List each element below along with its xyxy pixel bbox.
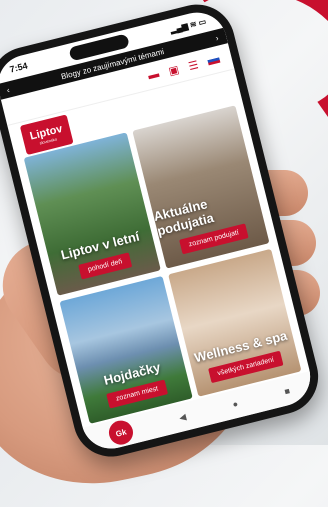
phone-screen: 7:54 ▂▄▆ ≋ ▭ ‹ Blogy zo zaujímavými téma… <box>0 6 317 455</box>
home-icon[interactable]: ● <box>231 399 239 410</box>
language-flag-icon[interactable] <box>206 54 221 66</box>
status-time: 7:54 <box>8 60 29 75</box>
card-wellness[interactable]: Wellness & spa všetkých zariadení <box>168 248 302 397</box>
calendar-icon[interactable]: ▣ <box>167 62 180 77</box>
chat-fab-button[interactable]: Gk <box>106 418 136 448</box>
status-icons: ▂▄▆ ≋ ▭ <box>169 16 207 35</box>
smartphone: 7:54 ▂▄▆ ≋ ▭ ‹ Blogy zo zaujímavými téma… <box>0 0 327 465</box>
menu-icon[interactable]: ☰ <box>187 58 199 73</box>
tile-grid: Liptov v letní pohodí deň Aktuálne poduj… <box>23 105 302 424</box>
chevron-right-icon[interactable]: › <box>215 33 220 42</box>
card-swings[interactable]: Hojdačky zoznam miest <box>59 275 193 424</box>
chevron-left-icon[interactable]: ‹ <box>6 85 11 94</box>
recents-icon[interactable]: ■ <box>283 386 291 397</box>
phone-wrapper: 7:54 ▂▄▆ ≋ ▭ ‹ Blogy zo zaujímavými téma… <box>0 0 328 479</box>
back-icon[interactable]: ◀ <box>178 411 187 423</box>
bed-icon[interactable]: ▬ <box>147 68 161 82</box>
